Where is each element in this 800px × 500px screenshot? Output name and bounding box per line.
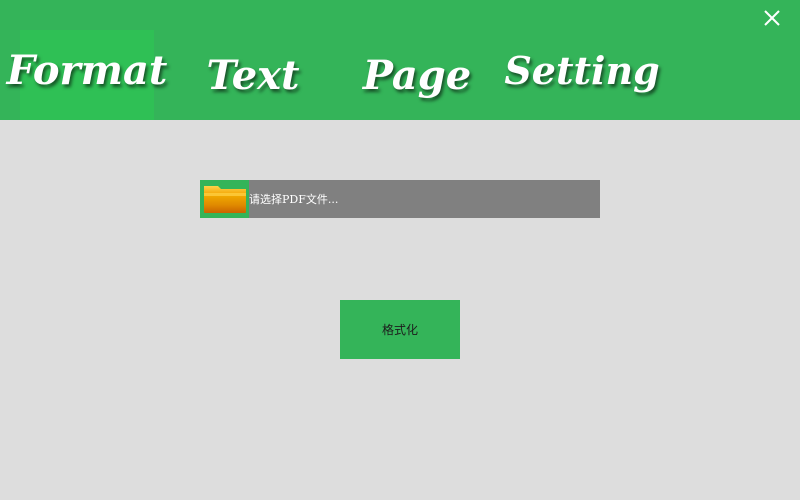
tab-page-label: Page — [362, 51, 472, 99]
tab-page[interactable]: Page — [350, 30, 484, 120]
tab-setting-label: Setting — [504, 47, 660, 93]
tab-format[interactable]: Format — [7, 30, 167, 120]
browse-folder-button[interactable] — [200, 180, 249, 218]
app-window: Format Text Page Setting 请选择PDF文件... 格式化 — [0, 0, 800, 500]
close-button[interactable] — [760, 6, 784, 30]
folder-icon — [203, 186, 246, 213]
format-button-label: 格式化 — [381, 323, 418, 337]
close-icon — [764, 10, 780, 26]
tab-text[interactable]: Text — [185, 30, 321, 120]
format-button[interactable]: 格式化 — [340, 300, 460, 359]
tab-setting[interactable]: Setting — [504, 30, 659, 120]
file-picker: 请选择PDF文件... — [200, 180, 600, 218]
top-navigation-bar: Format Text Page Setting — [0, 0, 800, 120]
tab-format-label: Format — [6, 46, 168, 94]
file-path-placeholder[interactable]: 请选择PDF文件... — [249, 191, 338, 207]
tab-text-label: Text — [206, 51, 300, 99]
